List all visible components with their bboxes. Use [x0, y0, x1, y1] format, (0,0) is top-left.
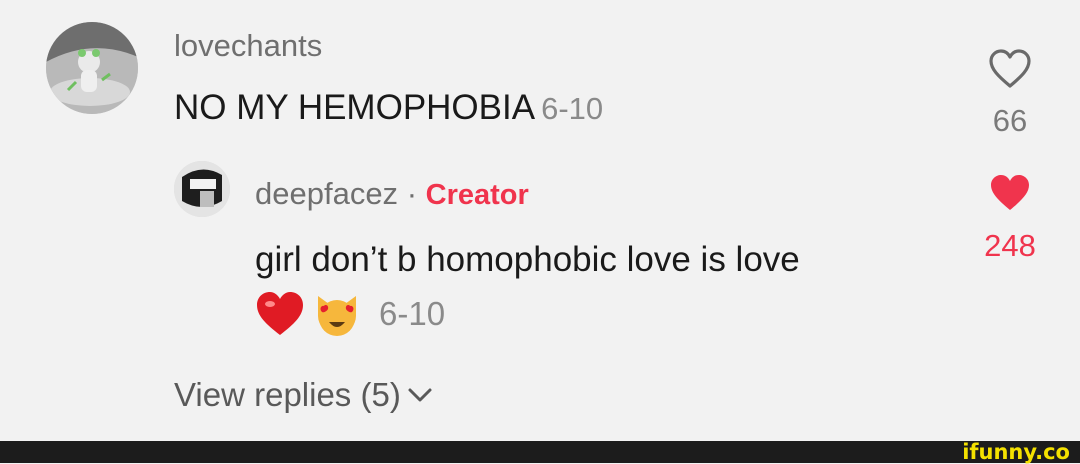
chevron-down-icon — [408, 388, 432, 402]
view-replies-label: View replies (5) — [174, 376, 401, 413]
creator-badge: Creator — [425, 179, 529, 211]
reply-header: deepfacez · Creator — [255, 176, 529, 212]
reply-avatar-image — [174, 161, 230, 217]
heart-outline-icon[interactable] — [988, 48, 1032, 90]
comment-like-count: 66 — [992, 103, 1028, 138]
comment-username[interactable]: lovechants — [174, 28, 322, 64]
watermark: ifunny.co — [962, 440, 1070, 464]
avatar[interactable] — [46, 22, 138, 114]
reply-emoji-row: 6-10 — [255, 290, 445, 338]
reply-like-count: 248 — [984, 228, 1036, 263]
comment-date: 6-10 — [541, 91, 604, 126]
reply-username[interactable]: deepfacez — [255, 176, 398, 211]
reply-text: girl don’t b homophobic love is love — [255, 240, 800, 279]
comment-body: NO MY HEMOPHOBIA — [174, 88, 536, 127]
avatar-image — [46, 22, 138, 114]
comment-text: NO MY HEMOPHOBIA 6-10 — [174, 88, 603, 128]
heart-filled-icon[interactable] — [988, 172, 1032, 214]
comment-thread: lovechants NO MY HEMOPHOBIA 6-10 66 deepf… — [0, 0, 1080, 441]
reply-avatar[interactable] — [174, 161, 230, 217]
heart-eyes-cat-emoji — [318, 296, 356, 336]
view-replies-button[interactable]: View replies (5) — [174, 376, 433, 414]
heart-emoji — [257, 292, 303, 335]
reply-date: 6-10 — [379, 295, 446, 332]
watermark-bar: ifunny.co — [0, 441, 1080, 463]
reply-separator: · — [406, 176, 418, 211]
